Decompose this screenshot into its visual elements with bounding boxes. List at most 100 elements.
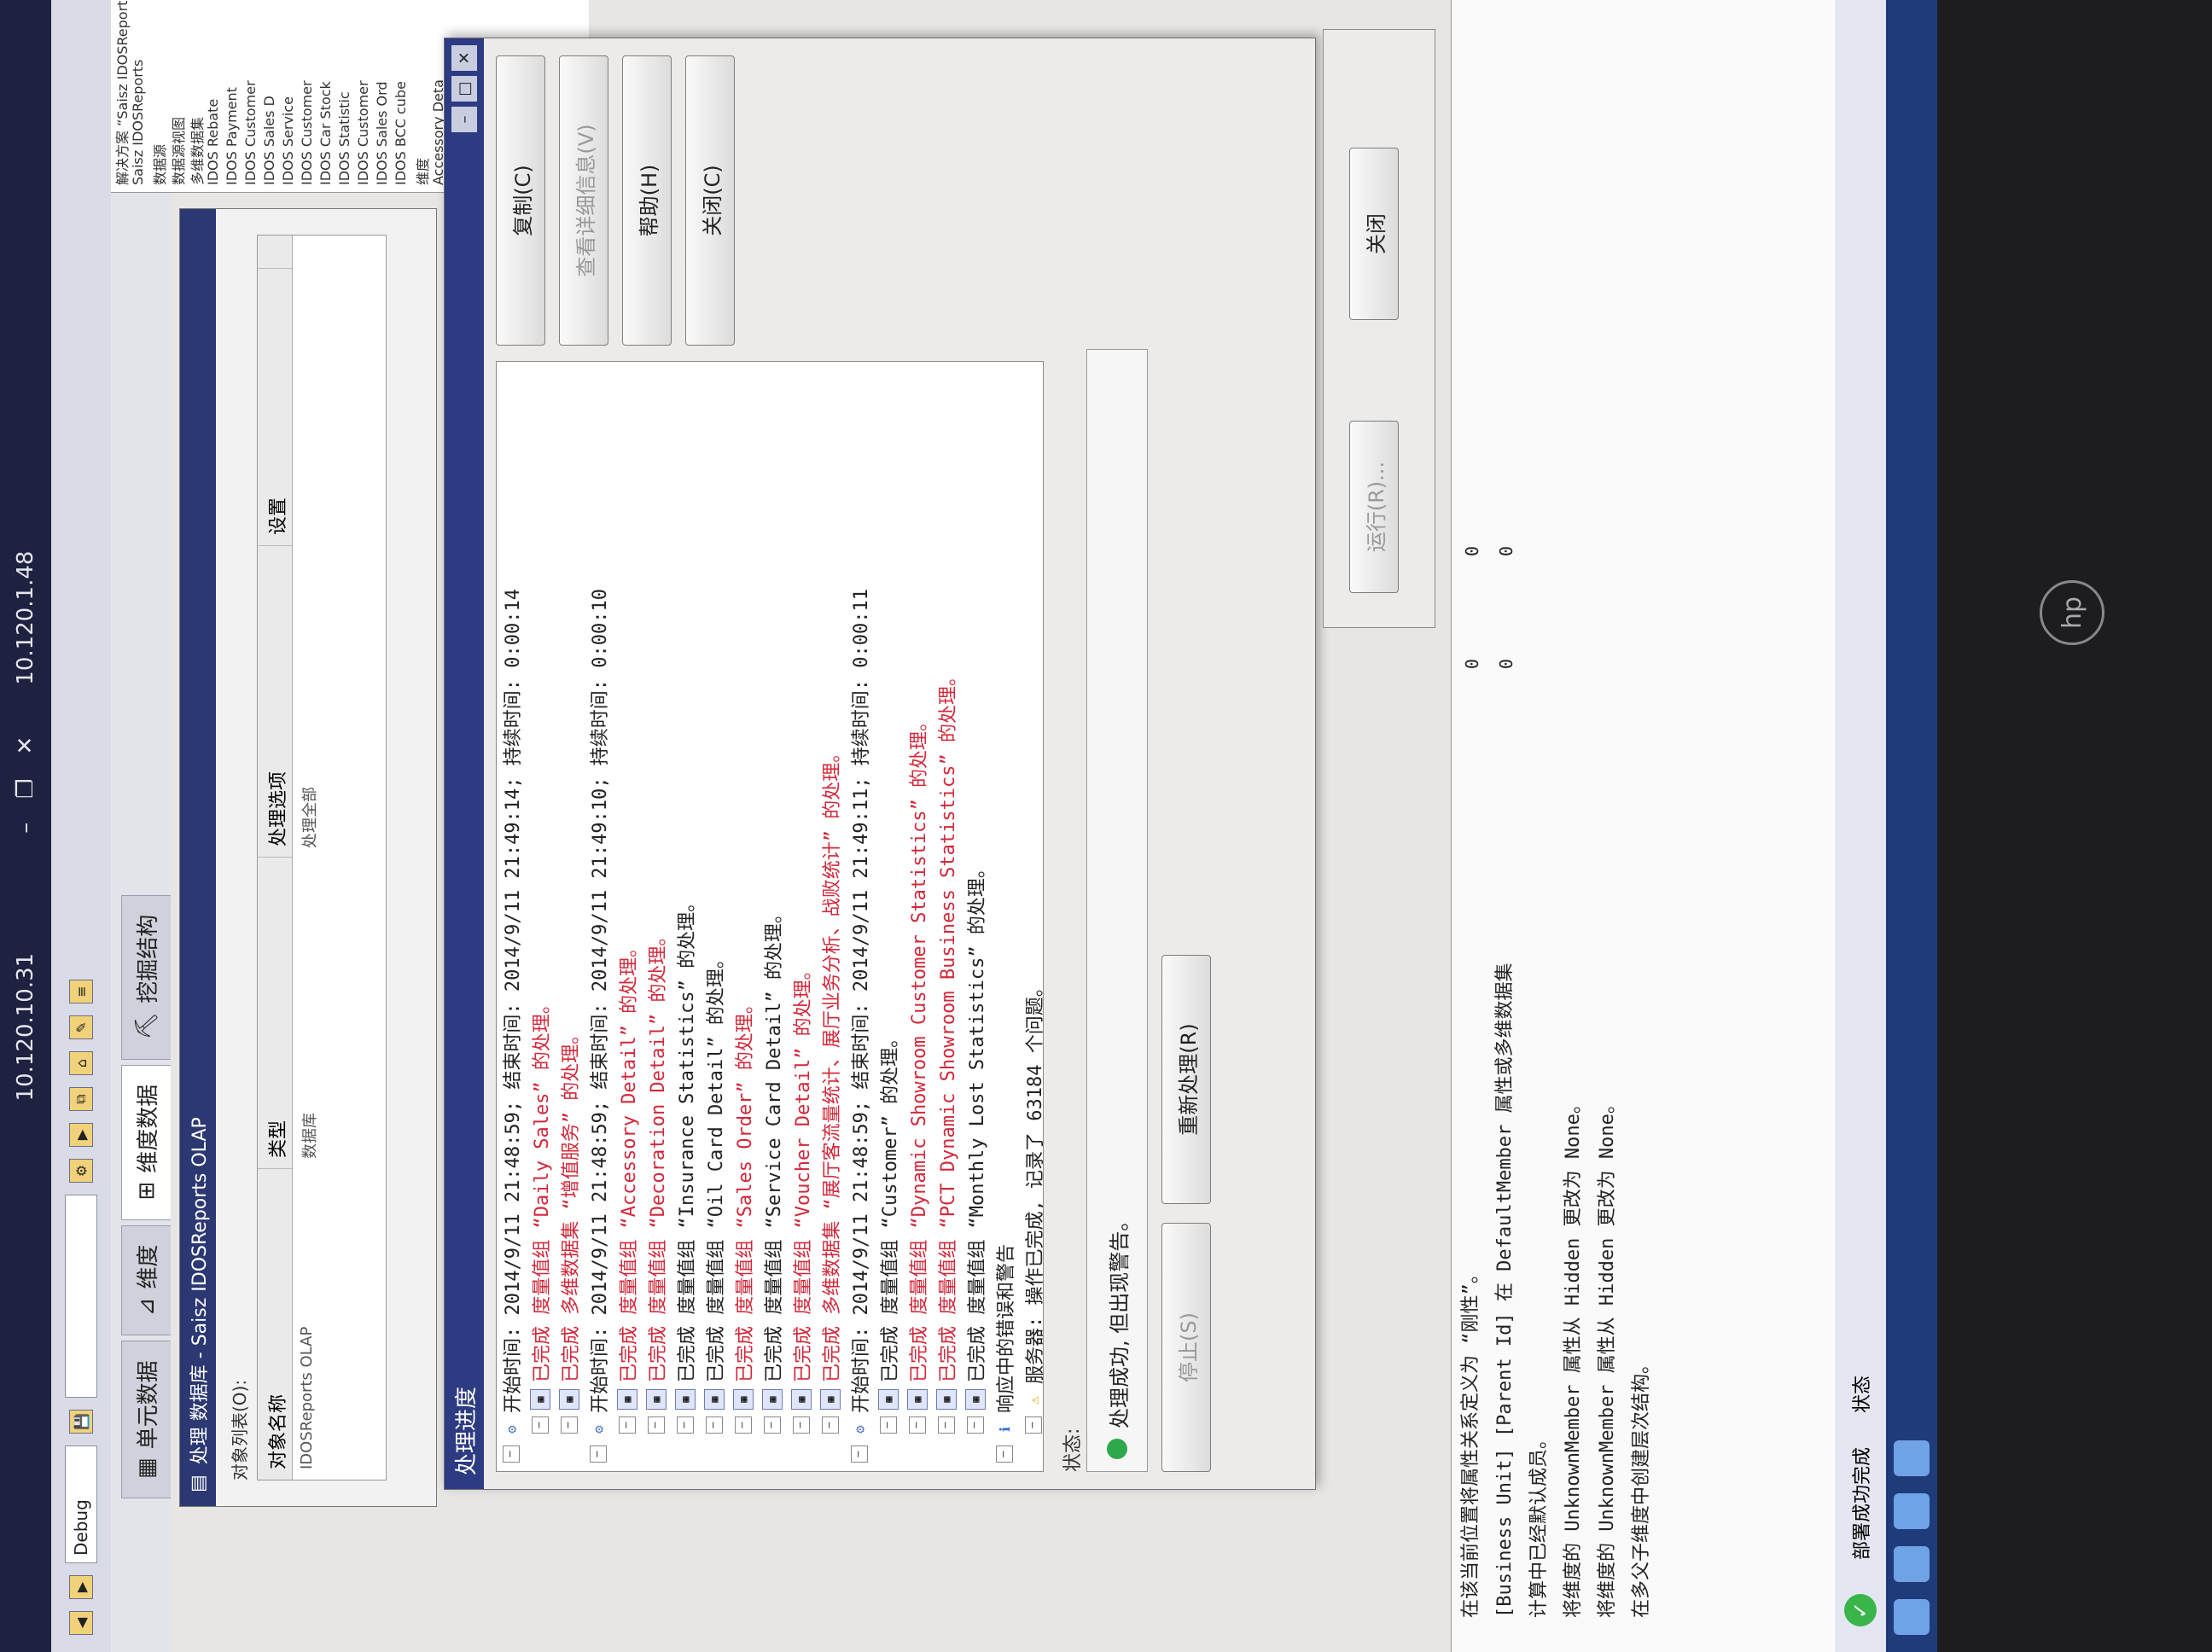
log-line[interactable]: − ▦ 已完成 度量值组 “Insurance Statistics” 的处理。 (671, 362, 700, 1471)
start-orb-icon[interactable] (1894, 1599, 1930, 1635)
explorer-item[interactable]: IDOS BCC cube (393, 0, 411, 192)
col-settings[interactable]: 设置 (258, 268, 292, 545)
taskbar-app-icon[interactable] (1894, 1546, 1930, 1582)
minimize-icon[interactable]: – (13, 823, 38, 834)
explorer-item[interactable]: 数据源视图 (167, 0, 187, 192)
log-line[interactable]: − ⚙ 开始时间: 2014/9/11 21:48:59; 结束时间: 2014/9… (845, 362, 874, 1471)
log-line[interactable]: − ▦ 已完成 度量值组 “Sales Order” 的处理。 (729, 362, 758, 1471)
grid-icon: ▦ (617, 1389, 637, 1410)
log-line[interactable]: − ▦ 已完成 度量值组 “Oil Card Detail” 的处理。 (700, 362, 729, 1471)
tool-icon-6[interactable]: ≡ (69, 980, 93, 1003)
dialog-maximize-icon[interactable]: □ (451, 76, 477, 102)
explorer-item[interactable]: 多维数据集 (186, 0, 206, 192)
log-line[interactable]: − ▦ 已完成 度量值组 “PCT Dynamic Showroom Busines… (932, 362, 961, 1471)
table-row[interactable]: IDOSReports OLAP 数据库 处理全部 (293, 236, 323, 1480)
expand-toggle-icon[interactable]: − (880, 1416, 897, 1434)
restore-icon[interactable]: ❐ (13, 778, 38, 798)
save-icon[interactable]: 💾 (69, 1410, 93, 1434)
expand-toggle-icon[interactable]: − (648, 1416, 665, 1434)
tool-icon-1[interactable]: ⚙ (69, 1159, 93, 1183)
log-line[interactable]: − ▦ 已完成 多维数据集 “增值服务” 的处理。 (555, 362, 584, 1471)
expand-toggle-icon[interactable]: − (938, 1416, 955, 1434)
tab-mining-structure[interactable]: ⛏ 挖掘结构 (121, 894, 171, 1060)
process-window-buttons: 运行(R)... 关闭 (1323, 29, 1435, 628)
copy-button[interactable]: 复制(C) (496, 55, 545, 346)
explorer-item[interactable]: IDOS Statistic (336, 0, 355, 192)
taskbar-app-icon[interactable] (1894, 1440, 1930, 1476)
log-line[interactable]: − ▦ 已完成 度量值组 “Customer” 的处理。 (874, 362, 903, 1471)
expand-toggle-icon[interactable]: − (735, 1416, 752, 1434)
explorer-item[interactable]: IDOS Customer (299, 0, 317, 192)
expand-toggle-icon[interactable]: − (619, 1416, 636, 1434)
log-line[interactable]: − ▦ 已完成 多维数据集 “展厅客流量统计、展厅业务分析、战败统计” 的处理。 (816, 362, 845, 1471)
expand-toggle-icon[interactable]: − (909, 1416, 926, 1434)
log-line[interactable]: − ▦ 已完成 度量值组 “Dynamic Showroom Customer St… (903, 362, 932, 1471)
expand-toggle-icon[interactable]: − (561, 1416, 578, 1434)
log-line[interactable]: − ▦ 已完成 度量值组 “Voucher Detail” 的处理。 (787, 362, 816, 1471)
tab-cube-data[interactable]: ▦ 单元数据 (121, 1341, 171, 1498)
tab-dimension-data[interactable]: ⊞ 维度数据 (121, 1064, 171, 1220)
dialog-close-button[interactable]: 关闭(C) (685, 55, 735, 346)
back-icon[interactable]: ◀ (69, 1611, 93, 1635)
start-icon[interactable]: ▶ (69, 1575, 93, 1599)
log-line[interactable]: − ▦ 已完成 度量值组 “Daily Sales” 的处理。 (526, 362, 555, 1471)
view-details-button[interactable]: 查看详细信息(V) (559, 55, 608, 346)
expand-toggle-icon[interactable]: − (706, 1416, 723, 1434)
log-line[interactable]: − ⚠ 服务器: 操作已完成, 记录了 63184 个问题。 (1019, 362, 1044, 1471)
config-select[interactable]: Debug (65, 1446, 97, 1563)
help-button[interactable]: 帮助(H) (622, 55, 672, 346)
expand-toggle-icon[interactable]: − (1025, 1416, 1042, 1434)
cell-process-option[interactable]: 处理全部 (293, 548, 323, 858)
cell-settings[interactable] (293, 271, 323, 548)
outer-close-button[interactable]: 关闭 (1349, 148, 1399, 320)
tool-icon-2[interactable]: ▶ (69, 1123, 93, 1147)
explorer-item[interactable]: IDOS Rebate (205, 0, 224, 192)
tool-icon-5[interactable]: ✎ (69, 1015, 93, 1039)
log-line[interactable]: − ℹ 响应中的错误和警告 (990, 362, 1019, 1471)
explorer-item[interactable]: IDOS Sales D (261, 0, 280, 192)
expand-toggle-icon[interactable]: − (677, 1416, 694, 1434)
explorer-item[interactable]: IDOS Sales Ord (374, 0, 393, 192)
log-line[interactable]: − ⚙ 开始时间: 2014/9/11 21:48:59; 结束时间: 2014/9… (584, 362, 613, 1471)
expand-toggle-icon[interactable]: − (851, 1446, 868, 1463)
tool-icon-3[interactable]: ⧉ (69, 1087, 93, 1111)
expand-toggle-icon[interactable]: − (764, 1416, 781, 1434)
explorer-item[interactable]: Saisz IDOSReports (130, 0, 148, 192)
taskbar-app-icon[interactable] (1894, 1493, 1930, 1529)
expand-toggle-icon[interactable]: − (967, 1416, 984, 1434)
explorer-item[interactable]: IDOS Customer (242, 0, 261, 192)
log-line[interactable]: − ▦ 已完成 度量值组 “Service Card Detail” 的处理。 (758, 362, 787, 1471)
expand-toggle-icon[interactable]: − (822, 1416, 839, 1434)
explorer-item[interactable]: 解决方案 “Saisz IDOSReports” (111, 0, 131, 192)
expand-toggle-icon[interactable]: − (532, 1416, 549, 1434)
platform-select[interactable] (65, 1195, 97, 1398)
explorer-item[interactable]: IDOS Car Stock (317, 0, 336, 192)
explorer-item[interactable]: IDOS Customer (355, 0, 374, 192)
log-line[interactable]: − ▦ 已完成 度量值组 “Decoration Detail” 的处理。 (642, 362, 671, 1471)
expand-toggle-icon[interactable]: − (996, 1446, 1013, 1463)
log-line[interactable]: − ⚙ 开始时间: 2014/9/11 21:48:59; 结束时间: 2014/9… (497, 362, 526, 1471)
explorer-item[interactable]: IDOS Payment (224, 0, 242, 192)
expand-toggle-icon[interactable]: − (503, 1446, 520, 1463)
close-icon[interactable]: ✕ (13, 736, 38, 755)
log-line[interactable]: − ▦ 已完成 度量值组 “Accessory Detail” 的处理。 (613, 362, 642, 1471)
process-log-tree[interactable]: − ⚙ 开始时间: 2014/9/11 21:48:59; 结束时间: 2014/9… (496, 361, 1044, 1472)
dialog-minimize-icon[interactable]: – (451, 107, 477, 132)
expand-toggle-icon[interactable]: − (590, 1446, 607, 1463)
col-object-name[interactable]: 对象名称 (258, 1168, 292, 1480)
dialog-close-icon[interactable]: ✕ (451, 45, 477, 71)
tool-icon-4[interactable]: ⌂ (69, 1051, 93, 1075)
reprocess-button[interactable]: 重新处理(R) (1161, 955, 1211, 1204)
explorer-item[interactable]: 数据源 (148, 0, 168, 192)
run-button[interactable]: 运行(R)... (1349, 421, 1399, 593)
explorer-item[interactable]: 维度 (411, 0, 431, 192)
stop-button[interactable]: 停止(S) (1161, 1223, 1211, 1472)
col-process-option[interactable]: 处理选项 (258, 545, 292, 857)
explorer-item[interactable]: IDOS Service (280, 0, 299, 192)
expand-toggle-icon[interactable]: − (793, 1416, 810, 1434)
tab-dimensions[interactable]: ⊿ 维度 (121, 1224, 171, 1336)
col-type[interactable]: 类型 (258, 857, 292, 1168)
remote-host-left: 10.120.10.31 (13, 952, 38, 1102)
remote-title-bar: 10.120.10.31 – ❐ ✕ 10.120.1.48 (0, 0, 51, 1652)
log-line[interactable]: − ▦ 已完成 度量值组 “Monthly Lost Statistics” 的处理… (961, 362, 990, 1471)
